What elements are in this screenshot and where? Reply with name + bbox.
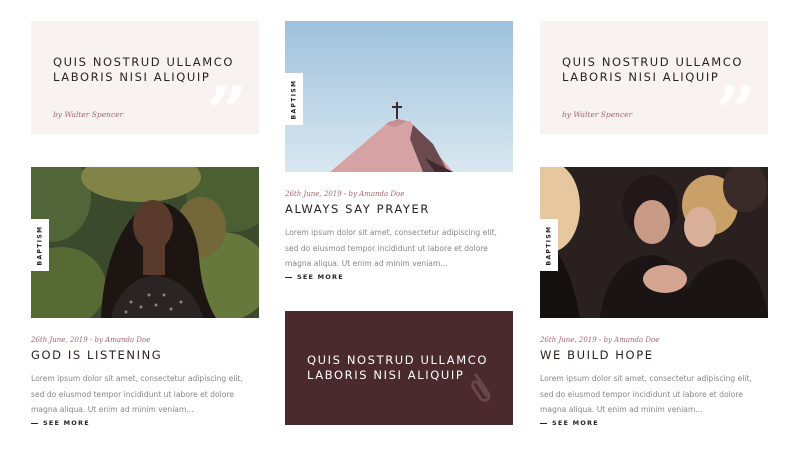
see-more-label: SEE MORE [43,419,90,427]
church-steeple-photo [285,21,513,172]
women-laughing-photo [540,167,768,318]
category-tag-label: BAPTISM [290,78,298,120]
post-meta: 26th June, 2019 - by Amanda Doe [540,336,660,344]
post-meta: 26th June, 2019 - by Amanda Doe [31,336,151,344]
dash-icon [285,276,292,278]
post-meta: 26th June, 2019 - by Amanda Doe [285,190,405,198]
category-tag[interactable]: BAPTISM [540,219,558,271]
category-tag-label: BAPTISM [545,224,553,266]
post-excerpt: Lorem ipsum dolor sit amet, consectetur … [31,374,243,414]
post-title[interactable]: We build hope [540,348,654,362]
see-more-link[interactable]: SEE MORE [31,419,90,427]
paperclip-icon [471,373,491,402]
dash-icon [540,422,547,424]
quote-card-2: Quis nostrud ullamco laboris nisi aliqui… [540,21,768,148]
see-more-link[interactable]: SEE MORE [285,273,344,281]
post-image-church[interactable]: BAPTISM [285,21,513,172]
category-tag[interactable]: BAPTISM [285,73,303,125]
post-image-woman[interactable]: BAPTISM [31,167,259,318]
quote-byline: by Walter Spencer [53,110,124,119]
closing-quote-icon: ” [715,71,756,154]
quote-card-1: Quis nostrud ullamco laboris nisi aliqui… [31,21,259,148]
quote-card-dark: Quis nostrud ullamco laboris nisi aliqui… [285,311,513,425]
category-tag[interactable]: BAPTISM [31,219,49,271]
post-title[interactable]: God is listening [31,348,162,362]
post-title[interactable]: Always say prayer [285,202,430,216]
quote-byline: by Walter Spencer [562,110,633,119]
post-excerpt: Lorem ipsum dolor sit amet, consectetur … [540,374,752,414]
see-more-label: SEE MORE [552,419,599,427]
category-tag-label: BAPTISM [36,224,44,266]
closing-quote-icon: ” [206,71,247,154]
see-more-link[interactable]: SEE MORE [540,419,599,427]
dash-icon [31,422,38,424]
woman-praying-photo [31,167,259,318]
post-image-women[interactable]: BAPTISM [540,167,768,318]
see-more-label: SEE MORE [297,273,344,281]
post-excerpt: Lorem ipsum dolor sit amet, consectetur … [285,228,497,268]
